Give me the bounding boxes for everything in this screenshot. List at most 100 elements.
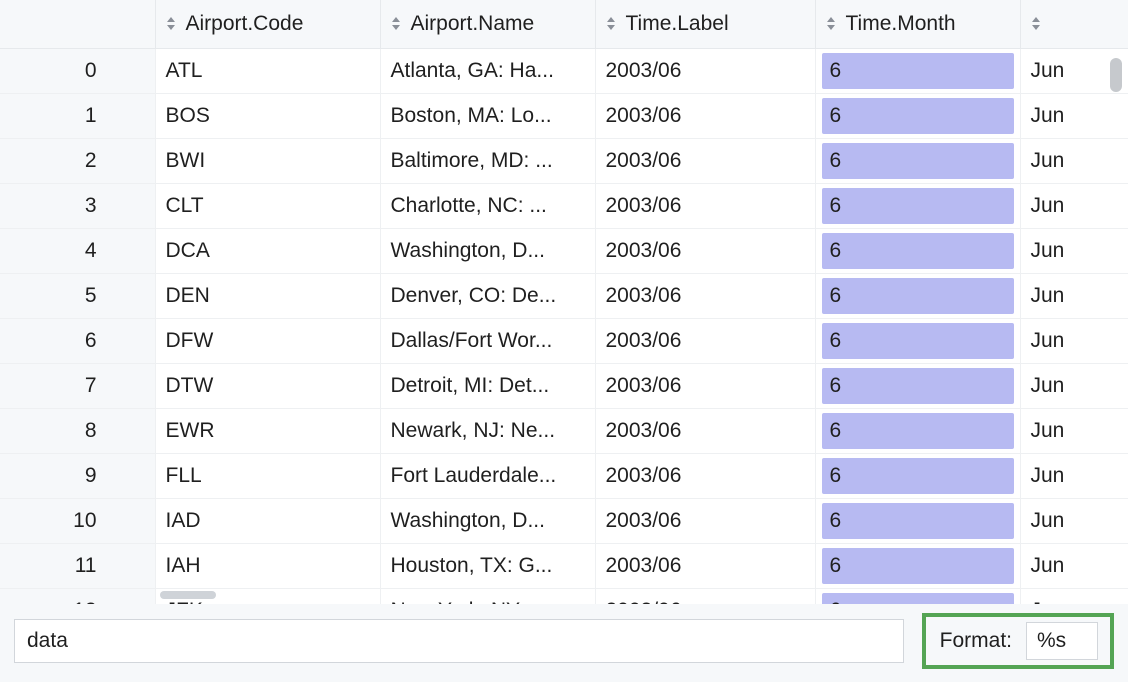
cell-next-column[interactable]: Jun [1020, 543, 1128, 588]
horizontal-scrollbar-thumb[interactable] [160, 591, 216, 599]
column-header-airport-code[interactable]: Airport.Code [155, 0, 380, 48]
cell-airport-name[interactable]: Fort Lauderdale... [380, 453, 595, 498]
cell-time-month[interactable]: 6 [815, 273, 1020, 318]
cell-time-label[interactable]: 2003/06 [595, 453, 815, 498]
column-header-next[interactable] [1020, 0, 1128, 48]
cell-time-month[interactable]: 6 [815, 363, 1020, 408]
cell-airport-code[interactable]: FLL [155, 453, 380, 498]
table-row[interactable]: 2BWIBaltimore, MD: ...2003/066Jun [0, 138, 1128, 183]
row-index-cell[interactable]: 5 [0, 273, 155, 318]
cell-airport-code[interactable]: ATL [155, 48, 380, 93]
cell-next-column[interactable]: Jun [1020, 318, 1128, 363]
row-index-cell[interactable]: 0 [0, 48, 155, 93]
table-row[interactable]: 7DTWDetroit, MI: Det...2003/066Jun [0, 363, 1128, 408]
cell-airport-name[interactable]: Houston, TX: G... [380, 543, 595, 588]
cell-next-column[interactable]: Jun [1020, 138, 1128, 183]
cell-airport-code[interactable]: EWR [155, 408, 380, 453]
cell-airport-name[interactable]: Boston, MA: Lo... [380, 93, 595, 138]
cell-airport-name[interactable]: Atlanta, GA: Ha... [380, 48, 595, 93]
cell-time-month[interactable]: 6 [815, 138, 1020, 183]
row-index-cell[interactable]: 3 [0, 183, 155, 228]
table-row[interactable]: 6DFWDallas/Fort Wor...2003/066Jun [0, 318, 1128, 363]
column-header-time-label[interactable]: Time.Label [595, 0, 815, 48]
row-index-cell[interactable]: 1 [0, 93, 155, 138]
cell-time-label[interactable]: 2003/06 [595, 408, 815, 453]
variable-name-input[interactable] [14, 619, 904, 663]
cell-time-month[interactable]: 6 [815, 93, 1020, 138]
cell-time-month[interactable]: 6 [815, 498, 1020, 543]
cell-airport-name[interactable]: New York, NY: ... [380, 588, 595, 604]
cell-next-column[interactable]: Jun [1020, 408, 1128, 453]
cell-time-label[interactable]: 2003/06 [595, 93, 815, 138]
cell-time-label[interactable]: 2003/06 [595, 543, 815, 588]
column-header-time-month[interactable]: Time.Month [815, 0, 1020, 48]
cell-airport-name[interactable]: Charlotte, NC: ... [380, 183, 595, 228]
table-row[interactable]: 9FLLFort Lauderdale...2003/066Jun [0, 453, 1128, 498]
cell-airport-code[interactable]: BWI [155, 138, 380, 183]
row-index-cell[interactable]: 11 [0, 543, 155, 588]
cell-airport-name[interactable]: Newark, NJ: Ne... [380, 408, 595, 453]
row-index-cell[interactable]: 9 [0, 453, 155, 498]
cell-time-month[interactable]: 6 [815, 183, 1020, 228]
table-row[interactable]: 11IAHHouston, TX: G...2003/066Jun [0, 543, 1128, 588]
row-index-cell[interactable]: 4 [0, 228, 155, 273]
cell-airport-name[interactable]: Dallas/Fort Wor... [380, 318, 595, 363]
cell-airport-name[interactable]: Washington, D... [380, 498, 595, 543]
cell-airport-name[interactable]: Detroit, MI: Det... [380, 363, 595, 408]
cell-airport-code[interactable]: BOS [155, 93, 380, 138]
vertical-scrollbar-thumb[interactable] [1110, 58, 1122, 92]
cell-next-column[interactable]: Jun [1020, 453, 1128, 498]
sort-icon[interactable] [606, 17, 616, 30]
cell-time-label[interactable]: 2003/06 [595, 183, 815, 228]
sort-icon[interactable] [166, 17, 176, 30]
cell-time-label[interactable]: 2003/06 [595, 498, 815, 543]
cell-time-month[interactable]: 6 [815, 453, 1020, 498]
cell-airport-name[interactable]: Denver, CO: De... [380, 273, 595, 318]
cell-time-label[interactable]: 2003/06 [595, 363, 815, 408]
cell-time-label[interactable]: 2003/06 [595, 318, 815, 363]
cell-next-column[interactable]: Jun [1020, 498, 1128, 543]
column-header-airport-name[interactable]: Airport.Name [380, 0, 595, 48]
table-row[interactable]: 3CLTCharlotte, NC: ...2003/066Jun [0, 183, 1128, 228]
sort-icon[interactable] [826, 17, 836, 30]
cell-time-label[interactable]: 2003/06 [595, 138, 815, 183]
cell-next-column[interactable]: Jun [1020, 588, 1128, 604]
table-row[interactable]: 8EWRNewark, NJ: Ne...2003/066Jun [0, 408, 1128, 453]
table-row[interactable]: 1BOSBoston, MA: Lo...2003/066Jun [0, 93, 1128, 138]
cell-next-column[interactable]: Jun [1020, 93, 1128, 138]
cell-airport-name[interactable]: Baltimore, MD: ... [380, 138, 595, 183]
cell-next-column[interactable]: Jun [1020, 228, 1128, 273]
row-index-cell[interactable]: 2 [0, 138, 155, 183]
cell-time-month[interactable]: 6 [815, 228, 1020, 273]
table-row[interactable]: 4DCAWashington, D...2003/066Jun [0, 228, 1128, 273]
table-row[interactable]: 10IADWashington, D...2003/066Jun [0, 498, 1128, 543]
table-row[interactable]: 5DENDenver, CO: De...2003/066Jun [0, 273, 1128, 318]
cell-next-column[interactable]: Jun [1020, 363, 1128, 408]
column-header-index[interactable] [0, 0, 155, 48]
cell-airport-code[interactable]: IAH [155, 543, 380, 588]
format-input[interactable] [1026, 622, 1098, 660]
cell-time-month[interactable]: 6 [815, 408, 1020, 453]
row-index-cell[interactable]: 8 [0, 408, 155, 453]
cell-airport-code[interactable]: IAD [155, 498, 380, 543]
cell-time-label[interactable]: 2003/06 [595, 48, 815, 93]
table-row[interactable]: 0ATLAtlanta, GA: Ha...2003/066Jun [0, 48, 1128, 93]
row-index-cell[interactable]: 7 [0, 363, 155, 408]
cell-time-label[interactable]: 2003/06 [595, 273, 815, 318]
row-index-cell[interactable]: 6 [0, 318, 155, 363]
cell-time-label[interactable]: 2003/06 [595, 228, 815, 273]
cell-airport-code[interactable]: DCA [155, 228, 380, 273]
cell-airport-name[interactable]: Washington, D... [380, 228, 595, 273]
cell-next-column[interactable]: Jun [1020, 273, 1128, 318]
cell-airport-code[interactable]: DTW [155, 363, 380, 408]
row-index-cell[interactable]: 10 [0, 498, 155, 543]
cell-time-month[interactable]: 6 [815, 543, 1020, 588]
cell-airport-code[interactable]: DFW [155, 318, 380, 363]
cell-time-month[interactable]: 6 [815, 48, 1020, 93]
cell-next-column[interactable]: Jun [1020, 183, 1128, 228]
cell-time-month[interactable]: 6 [815, 318, 1020, 363]
cell-time-label[interactable]: 2003/06 [595, 588, 815, 604]
row-index-cell[interactable]: 12 [0, 588, 155, 604]
cell-airport-code[interactable]: DEN [155, 273, 380, 318]
cell-time-month[interactable]: 6 [815, 588, 1020, 604]
